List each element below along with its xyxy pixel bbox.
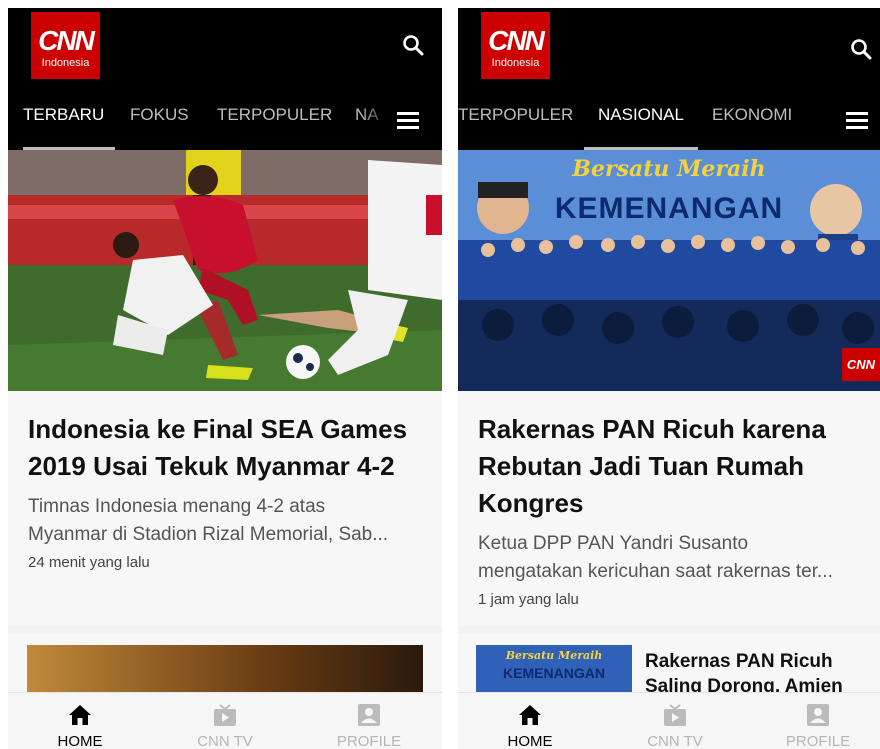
tab-terpopuler[interactable]: TERPOPULER (458, 90, 573, 150)
article-headline[interactable]: Rakernas PAN Ricuh karena Rebutan Jadi T… (478, 411, 860, 522)
next-article[interactable]: Bersatu Meraih KEMENANGAN Rakernas PAN R… (458, 633, 880, 693)
tab-terpopuler[interactable]: TERPOPULER (217, 90, 332, 150)
summary-line: Myanmar di Stadion Rizal Memorial, Sab..… (28, 524, 389, 545)
tab-fokus[interactable]: FOKUS (130, 90, 189, 150)
search-icon[interactable] (850, 38, 872, 60)
profile-icon (358, 704, 380, 726)
cnn-badge: CNN (846, 357, 876, 372)
search-icon[interactable] (402, 34, 424, 56)
cnn-logo[interactable]: CNN Indonesia (481, 12, 550, 79)
nav-home[interactable]: HOME (480, 703, 580, 749)
article-hero-image[interactable]: Bersatu Meraih KEMENANGAN CNN (458, 150, 880, 391)
nav-profile-label: PROFILE (336, 733, 402, 749)
thumb-title: KEMENANGAN (503, 665, 605, 681)
logo-text: CNN (38, 25, 95, 56)
screenshot-stage: CNN Indonesia TERBARU FOKUS TERPOPULER N… (0, 0, 880, 749)
article-summary: Timnas Indonesia menang 4-2 atas Myanmar… (28, 493, 422, 549)
phone-screen-right: CNN Indonesia TERPOPULER NASIONAL EKONOM… (458, 8, 880, 749)
category-tabs: TERBARU FOKUS TERPOPULER NA (8, 90, 442, 150)
article-headline[interactable]: Indonesia ke Final SEA Games 2019 Usai T… (28, 411, 422, 485)
thumb-script: Bersatu Meraih (505, 649, 603, 662)
hero-banner-script: Bersatu Meraih (572, 156, 766, 182)
nav-tv-label: CNN TV (197, 733, 253, 749)
logo-subtext: Indonesia (491, 57, 540, 69)
menu-icon[interactable] (810, 90, 874, 150)
summary-line: mengatakan kericuhan saat rakernas ter..… (478, 561, 833, 582)
logo-text: CNN (488, 25, 545, 56)
tab-terbaru[interactable]: TERBARU (23, 90, 115, 150)
tab-nasional[interactable]: NASIONAL (584, 90, 698, 150)
bottom-navigation: HOME CNN TV PROFILE (458, 692, 880, 749)
home-icon (519, 705, 541, 725)
next-article[interactable] (8, 633, 442, 693)
app-header: CNN Indonesia (8, 8, 442, 90)
article-card[interactable]: Rakernas PAN Ricuh karena Rebutan Jadi T… (458, 391, 880, 626)
profile-icon (807, 704, 829, 726)
next-article-title[interactable]: Rakernas PAN Ricuh Saling Dorong, Amien (645, 649, 870, 693)
nav-profile[interactable]: PROFILE (319, 703, 419, 749)
app-header: CNN Indonesia (458, 8, 880, 90)
next-article-image[interactable] (27, 645, 423, 693)
nav-cnn-tv[interactable]: CNN TV (625, 703, 725, 749)
hero-banner-title: KEMENANGAN (554, 192, 784, 225)
phone-screen-left: CNN Indonesia TERBARU FOKUS TERPOPULER N… (8, 8, 442, 749)
hero-photo (458, 150, 880, 391)
nav-profile[interactable]: PROFILE (768, 703, 868, 749)
summary-line: Timnas Indonesia menang 4-2 atas (28, 496, 326, 517)
home-icon (69, 705, 91, 725)
tv-icon (214, 704, 236, 726)
summary-line: Ketua DPP PAN Yandri Susanto (478, 533, 749, 554)
nav-home-label: HOME (507, 733, 553, 749)
article-timestamp: 24 menit yang lalu (28, 554, 150, 571)
tab-ekonomi[interactable]: EKONOMI (712, 90, 792, 150)
article-card[interactable]: Indonesia ke Final SEA Games 2019 Usai T… (8, 391, 442, 626)
menu-icon[interactable] (361, 90, 425, 150)
cnn-logo[interactable]: CNN Indonesia (31, 12, 100, 79)
next-article-image[interactable]: Bersatu Meraih KEMENANGAN (476, 645, 632, 693)
nav-home-label: HOME (57, 733, 103, 749)
article-summary: Ketua DPP PAN Yandri Susanto mengatakan … (478, 530, 860, 586)
nav-profile-label: PROFILE (785, 733, 851, 749)
nav-cnn-tv[interactable]: CNN TV (175, 703, 275, 749)
bottom-navigation: HOME CNN TV PROFILE (8, 692, 442, 749)
category-tabs: TERPOPULER NASIONAL EKONOMI (458, 90, 880, 150)
tv-icon (664, 704, 686, 726)
nav-home[interactable]: HOME (30, 703, 130, 749)
nav-tv-label: CNN TV (647, 733, 703, 749)
article-hero-image[interactable] (8, 150, 442, 391)
article-timestamp: 1 jam yang lalu (478, 591, 579, 608)
logo-subtext: Indonesia (41, 57, 90, 69)
